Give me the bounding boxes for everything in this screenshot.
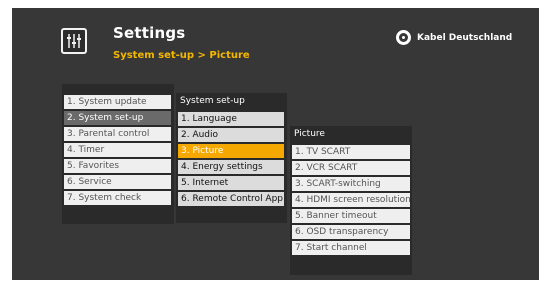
menu-item-system-update[interactable]: 1. System update [64,95,171,109]
menu-item-internet[interactable]: 5. Internet [178,176,284,190]
submenu-header: System set-up [180,96,245,106]
menu-item-hdmi-screen-resolution[interactable]: 4. HDMI screen resolution [292,193,410,207]
menu-item-system-check[interactable]: 7. System check [64,191,171,205]
menu-item-tv-scart[interactable]: 1. TV SCART [292,145,410,159]
main-settings-menu: 1. System update 2. System set-up 3. Par… [62,84,174,224]
settings-sliders-icon [61,28,87,54]
menu-item-remote-control-app[interactable]: 6. Remote Control App [178,192,284,206]
menu-item-favorites[interactable]: 5. Favorites [64,159,171,173]
menu-item-scart-switching[interactable]: 3. SCART-switching [292,177,410,191]
menu-item-picture[interactable]: 3. Picture [178,144,284,158]
menu-item-system-set-up[interactable]: 2. System set-up [64,111,171,125]
menu-item-timer[interactable]: 4. Timer [64,143,171,157]
picture-menu-header: Picture [294,129,325,139]
page-title: Settings [113,24,186,42]
brand-name: Kabel Deutschland [417,32,513,43]
menu-item-parental-control[interactable]: 3. Parental control [64,127,171,141]
picture-menu: Picture 1. TV SCART 2. VCR SCART 3. SCAR… [290,126,412,275]
tv-screen: Settings System set-up > Picture Kabel D… [12,8,539,280]
brand: Kabel Deutschland [396,30,512,45]
menu-item-start-channel[interactable]: 7. Start channel [292,241,410,255]
menu-item-audio[interactable]: 2. Audio [178,128,284,142]
menu-item-energy-settings[interactable]: 4. Energy settings [178,160,284,174]
breadcrumb: System set-up > Picture [113,50,250,61]
menu-item-language[interactable]: 1. Language [178,112,284,126]
system-set-up-menu: System set-up 1. Language 2. Audio 3. Pi… [176,93,287,223]
kabel-deutschland-logo-icon [396,30,411,45]
menu-item-service[interactable]: 6. Service [64,175,171,189]
menu-item-osd-transparency[interactable]: 6. OSD transparency [292,225,410,239]
menu-item-vcr-scart[interactable]: 2. VCR SCART [292,161,410,175]
menu-item-banner-timeout[interactable]: 5. Banner timeout [292,209,410,223]
